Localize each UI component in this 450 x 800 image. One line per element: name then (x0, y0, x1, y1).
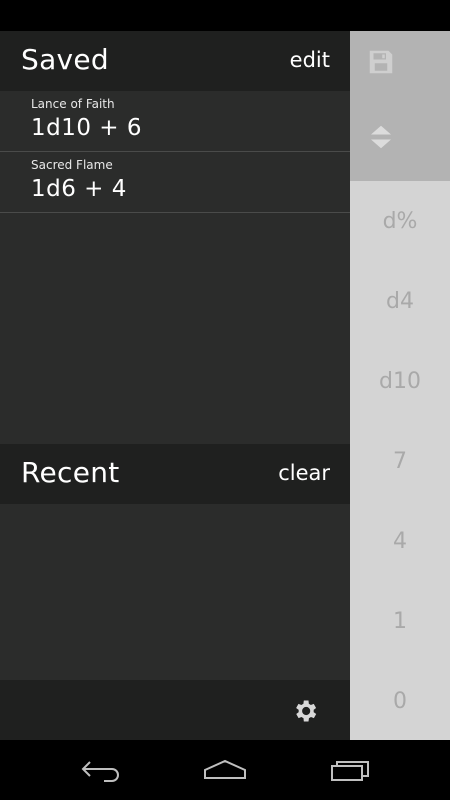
settings-button[interactable] (288, 694, 322, 728)
system-nav-bar (0, 740, 450, 800)
home-button[interactable] (195, 754, 255, 786)
clear-button[interactable]: clear (278, 461, 330, 485)
back-icon (81, 761, 119, 782)
keypad-top (350, 31, 450, 181)
key-7[interactable]: 7 (350, 421, 450, 501)
saved-title: Saved (21, 43, 110, 76)
saved-item-name: Sacred Flame (31, 158, 113, 172)
saved-item[interactable]: Sacred Flame 1d6 + 4 (0, 152, 350, 213)
dice-keypad: d% d4 d10 7 4 1 0 (350, 31, 450, 740)
toggle-drawer-button[interactable] (364, 120, 398, 154)
saved-list: Lance of Faith 1d10 + 6 Sacred Flame 1d6… (0, 91, 350, 213)
drawer-bottom-bar (0, 680, 350, 740)
recent-apps-button[interactable] (320, 754, 380, 786)
saved-item-name: Lance of Faith (31, 97, 115, 111)
key-d-percent[interactable]: d% (350, 181, 450, 261)
saved-item-formula: 1d6 + 4 (31, 176, 127, 202)
saved-item-formula: 1d10 + 6 (31, 115, 143, 141)
key-4[interactable]: 4 (350, 501, 450, 581)
recent-list (0, 504, 350, 680)
recent-header: Recent clear (0, 444, 350, 504)
saved-recent-drawer: Saved edit Lance of Faith 1d10 + 6 Sacre… (0, 31, 350, 740)
gear-icon (296, 700, 317, 722)
key-0[interactable]: 0 (350, 661, 450, 741)
key-d4[interactable]: d4 (350, 261, 450, 341)
key-1[interactable]: 1 (350, 581, 450, 661)
status-bar (0, 0, 450, 31)
back-button[interactable] (70, 754, 130, 786)
save-icon (369, 50, 393, 74)
recent-title: Recent (21, 456, 120, 489)
home-icon (204, 759, 246, 779)
key-d10[interactable]: d10 (350, 341, 450, 421)
saved-item[interactable]: Lance of Faith 1d10 + 6 (0, 91, 350, 152)
edit-button[interactable]: edit (290, 48, 330, 72)
save-button[interactable] (364, 45, 398, 79)
saved-header: Saved edit (0, 31, 350, 91)
expand-collapse-icon (371, 125, 391, 149)
recent-apps-icon (331, 761, 369, 781)
